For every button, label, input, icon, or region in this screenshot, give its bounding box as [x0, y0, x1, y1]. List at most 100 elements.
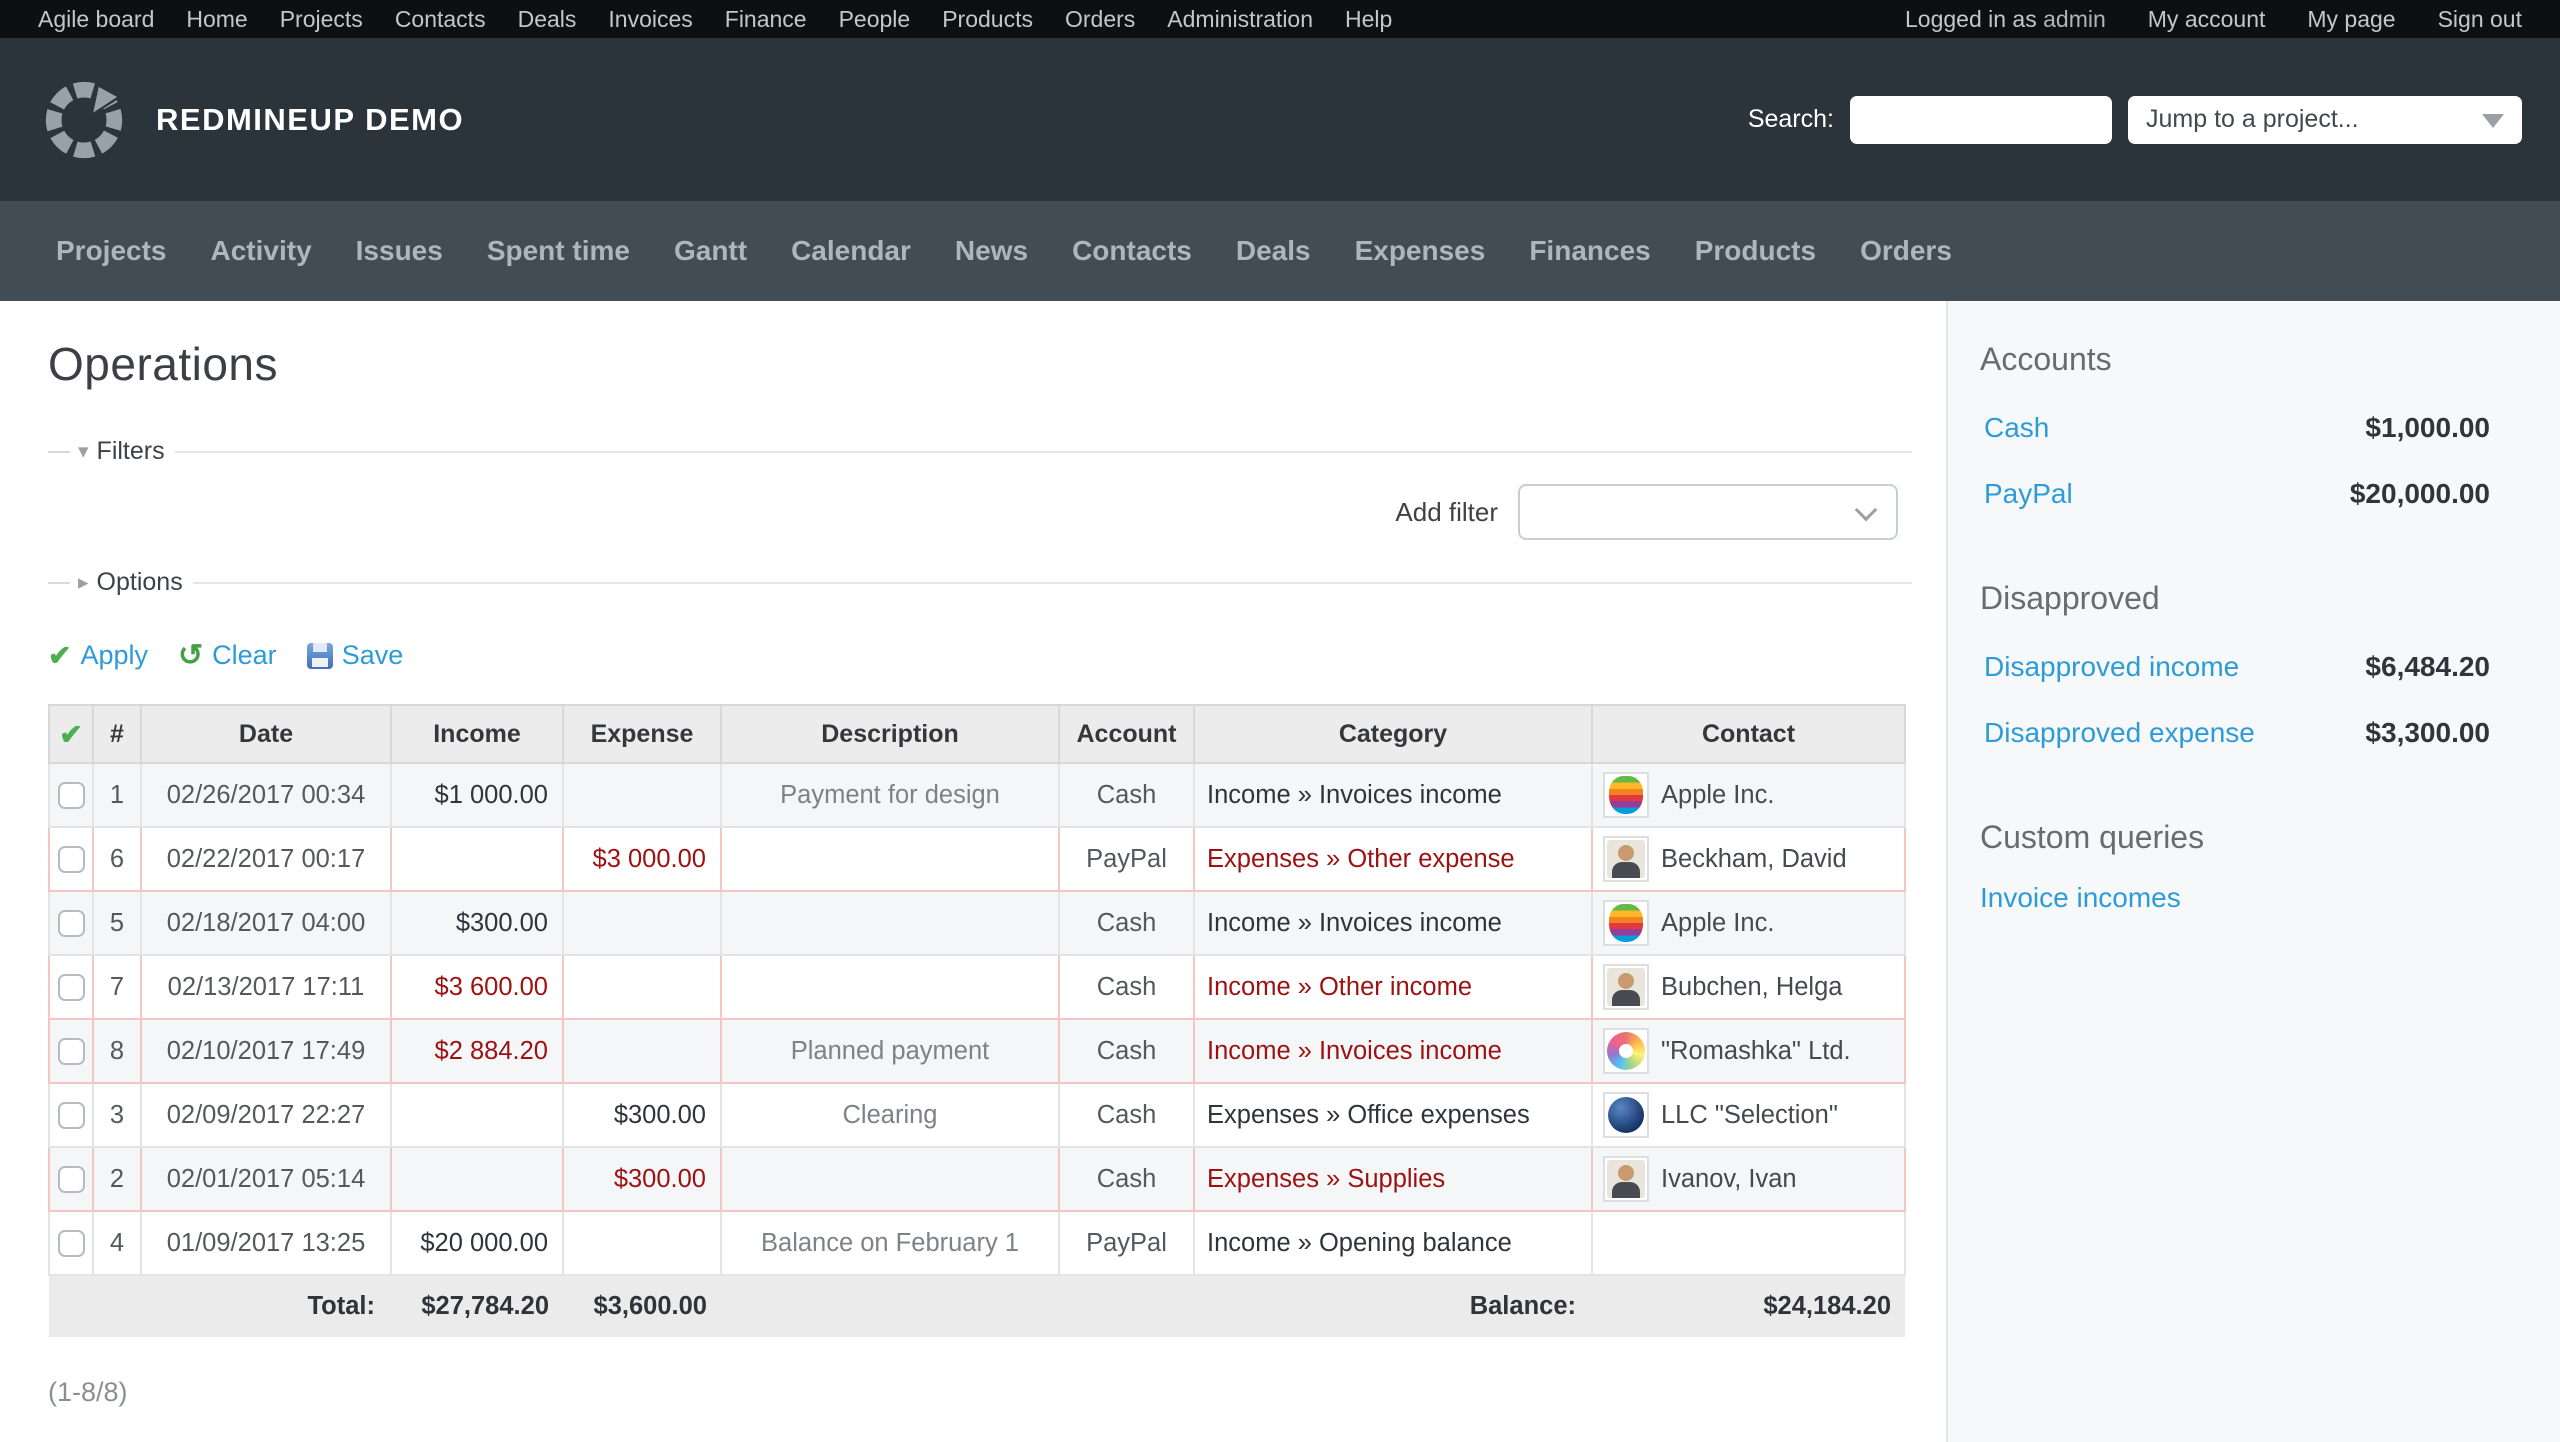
clear-button[interactable]: ↺Clear — [178, 640, 277, 671]
operation-id: 8 — [93, 1019, 141, 1083]
operation-expense: $300.00 — [563, 1147, 721, 1211]
top-menu-item-deals[interactable]: Deals — [518, 6, 577, 33]
account-link[interactable]: Cash — [1980, 412, 2049, 444]
top-menu-item-my-account[interactable]: My account — [2148, 6, 2266, 33]
top-menu-item-contacts[interactable]: Contacts — [395, 6, 486, 33]
top-menu-item-projects[interactable]: Projects — [280, 6, 363, 33]
row-checkbox[interactable] — [58, 846, 85, 873]
person-photo-icon — [1607, 840, 1645, 878]
nav-tab-orders[interactable]: Orders — [1860, 235, 1952, 267]
operation-category: Income » Invoices income — [1194, 891, 1592, 955]
operation-contact: Apple Inc. — [1592, 891, 1905, 955]
nav-tab-expenses[interactable]: Expenses — [1355, 235, 1486, 267]
contact-link[interactable]: Apple Inc. — [1661, 781, 1774, 810]
nav-tab-calendar[interactable]: Calendar — [791, 235, 911, 267]
apple-logo-avatar — [1603, 900, 1649, 946]
checkbox-cell — [49, 1211, 93, 1275]
operation-row: 302/09/2017 22:27$300.00ClearingCashExpe… — [49, 1083, 1905, 1147]
top-menu-item-home[interactable]: Home — [186, 6, 247, 33]
checkbox-cell — [49, 955, 93, 1019]
contact-link[interactable]: LLC "Selection" — [1661, 1101, 1838, 1130]
top-menu-item-orders[interactable]: Orders — [1065, 6, 1135, 33]
contact-link[interactable]: Bubchen, Helga — [1661, 973, 1842, 1002]
nav-tab-products[interactable]: Products — [1695, 235, 1816, 267]
row-checkbox[interactable] — [58, 974, 85, 1001]
operation-row: 502/18/2017 04:00$300.00CashIncome » Inv… — [49, 891, 1905, 955]
contact-link[interactable]: Apple Inc. — [1661, 909, 1774, 938]
current-user-link[interactable]: admin — [2043, 6, 2106, 32]
apple-logo-icon — [1609, 776, 1643, 814]
query-actions: ✔Apply ↺Clear Save — [48, 639, 1912, 672]
account-row: Cash$1,000.00 — [1980, 412, 2490, 444]
column-header-description: Description — [721, 705, 1059, 763]
operation-contact — [1592, 1211, 1905, 1275]
check-icon: ✔ — [59, 719, 82, 750]
row-checkbox[interactable] — [58, 782, 85, 809]
row-checkbox[interactable] — [58, 1038, 85, 1065]
operation-id: 5 — [93, 891, 141, 955]
top-menu-item-sign-out[interactable]: Sign out — [2438, 6, 2522, 33]
account-link[interactable]: PayPal — [1980, 478, 2073, 510]
nav-tab-finances[interactable]: Finances — [1529, 235, 1650, 267]
operation-row: 602/22/2017 00:17$3 000.00PayPalExpenses… — [49, 827, 1905, 891]
nav-tab-spent-time[interactable]: Spent time — [487, 235, 630, 267]
nav-tab-gantt[interactable]: Gantt — [674, 235, 747, 267]
nav-tab-issues[interactable]: Issues — [356, 235, 443, 267]
operation-account: PayPal — [1059, 827, 1194, 891]
column-header-category: Category — [1194, 705, 1592, 763]
checkbox-cell — [49, 763, 93, 827]
search-input[interactable] — [1850, 96, 2112, 144]
operation-category: Income » Invoices income — [1194, 1019, 1592, 1083]
logged-in-prefix: Logged in as — [1905, 6, 2037, 32]
disapproved-link[interactable]: Disapproved expense — [1980, 717, 2255, 749]
top-menu-item-finance[interactable]: Finance — [725, 6, 807, 33]
save-button[interactable]: Save — [307, 640, 404, 671]
row-checkbox[interactable] — [58, 1230, 85, 1257]
filters-toggle[interactable]: Filters — [97, 437, 165, 466]
operation-expense — [563, 891, 721, 955]
collapse-triangle-icon[interactable]: ▾ — [78, 441, 89, 462]
top-menu-item-products[interactable]: Products — [942, 6, 1033, 33]
top-menu-item-administration[interactable]: Administration — [1167, 6, 1313, 33]
nav-tab-contacts[interactable]: Contacts — [1072, 235, 1192, 267]
account-amount: $20,000.00 — [2350, 478, 2490, 510]
app-header: REDMINEUP DEMO Search: Jump to a project… — [0, 38, 2560, 201]
operation-description: Clearing — [721, 1083, 1059, 1147]
operation-expense: $3 000.00 — [563, 827, 721, 891]
disapproved-row: Disapproved expense$3,300.00 — [1980, 717, 2490, 749]
operation-income: $2 884.20 — [391, 1019, 563, 1083]
nav-tab-activity[interactable]: Activity — [211, 235, 312, 267]
operation-income: $300.00 — [391, 891, 563, 955]
disapproved-heading: Disapproved — [1980, 580, 2490, 617]
flower-logo-icon — [1607, 1032, 1645, 1070]
contact-link[interactable]: Beckham, David — [1661, 845, 1847, 874]
top-menu-item-people[interactable]: People — [839, 6, 911, 33]
nav-tab-projects[interactable]: Projects — [56, 235, 167, 267]
top-menu-item-invoices[interactable]: Invoices — [608, 6, 692, 33]
floppy-disk-icon — [307, 643, 333, 669]
jump-to-project-select[interactable]: Jump to a project... — [2128, 96, 2522, 144]
operation-description — [721, 891, 1059, 955]
custom-query-link[interactable]: Invoice incomes — [1980, 882, 2181, 913]
top-menu-item-agile-board[interactable]: Agile board — [38, 6, 154, 33]
operation-id: 6 — [93, 827, 141, 891]
contact-link[interactable]: Ivanov, Ivan — [1661, 1165, 1797, 1194]
clear-label: Clear — [212, 640, 277, 671]
nav-tab-deals[interactable]: Deals — [1236, 235, 1311, 267]
operation-description — [721, 955, 1059, 1019]
row-checkbox[interactable] — [58, 1166, 85, 1193]
checkbox-cell — [49, 1019, 93, 1083]
top-menu-item-my-page[interactable]: My page — [2307, 6, 2395, 33]
contact-link[interactable]: "Romashka" Ltd. — [1661, 1037, 1851, 1066]
nav-tab-news[interactable]: News — [955, 235, 1028, 267]
expand-triangle-icon[interactable]: ▸ — [78, 572, 89, 593]
apply-button[interactable]: ✔Apply — [48, 639, 148, 672]
row-checkbox[interactable] — [58, 1102, 85, 1129]
options-toggle[interactable]: Options — [97, 568, 183, 597]
add-filter-select[interactable] — [1518, 484, 1898, 540]
disapproved-link[interactable]: Disapproved income — [1980, 651, 2239, 683]
row-checkbox[interactable] — [58, 910, 85, 937]
operation-category: Income » Other income — [1194, 955, 1592, 1019]
top-menu-item-help[interactable]: Help — [1345, 6, 1392, 33]
checkbox-cell — [49, 1147, 93, 1211]
